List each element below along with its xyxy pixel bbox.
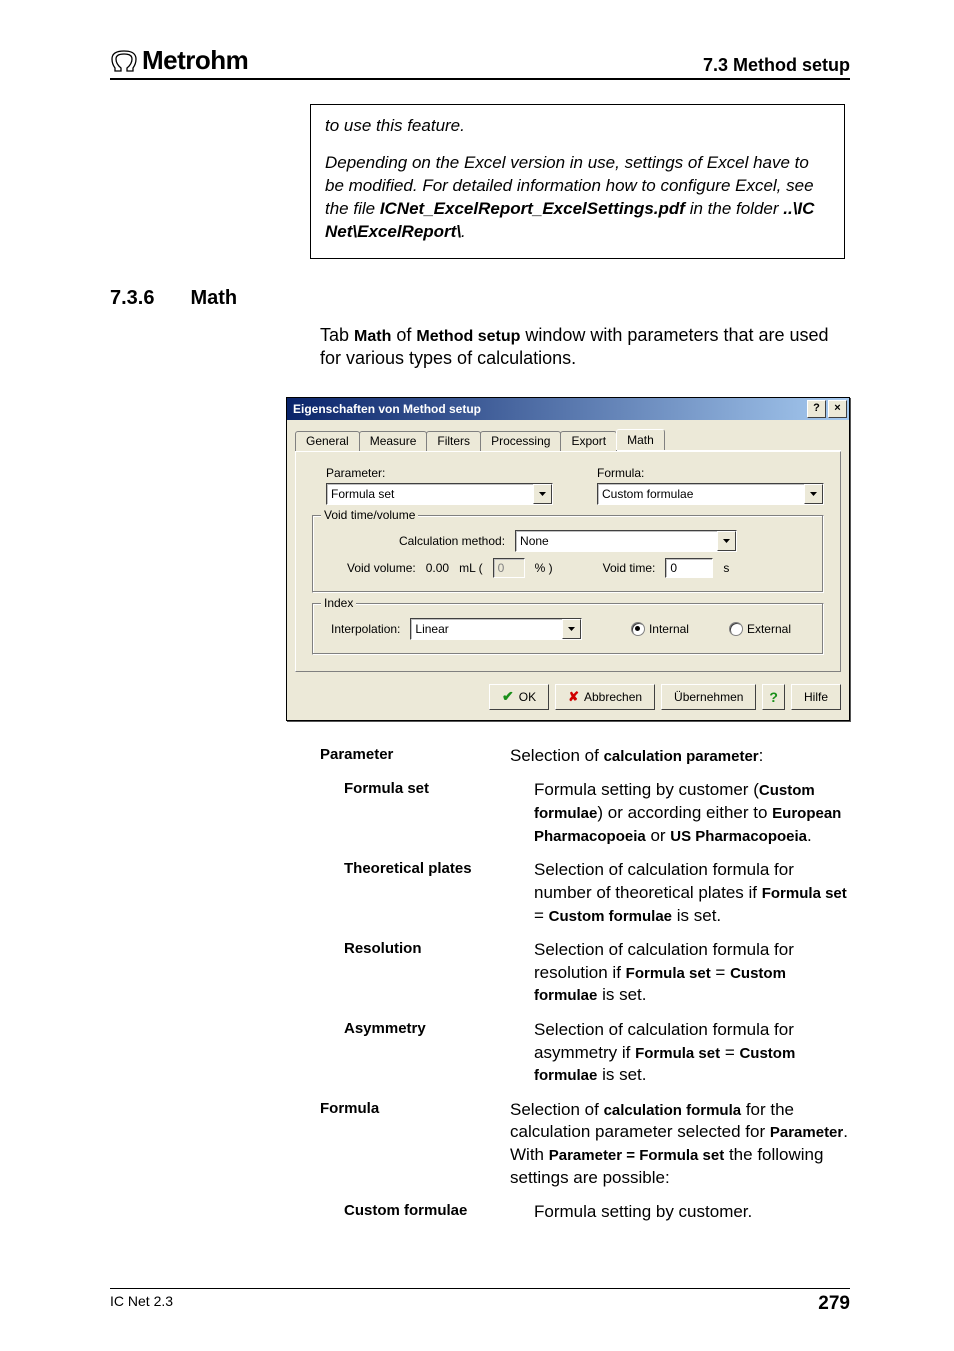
tab-processing[interactable]: Processing <box>480 431 561 451</box>
def-term-custom: Custom formulae <box>320 1201 534 1224</box>
titlebar-close-button[interactable]: × <box>828 400 847 418</box>
void-volume-label: Void volume: <box>347 561 416 575</box>
heading-title: Math <box>190 287 237 310</box>
interpolation-label: Interpolation: <box>331 622 400 636</box>
brand: Metrohm <box>110 45 248 76</box>
page-header: Metrohm 7.3 Method setup <box>110 45 850 80</box>
tab-filters[interactable]: Filters <box>426 431 481 451</box>
tab-general[interactable]: General <box>295 431 360 451</box>
chevron-down-icon <box>533 484 552 504</box>
ok-button[interactable]: ✔OK <box>489 684 549 710</box>
tab-measure[interactable]: Measure <box>359 431 428 451</box>
interpolation-combo[interactable]: Linear <box>410 618 582 640</box>
calc-method-label: Calculation method: <box>399 534 505 548</box>
question-icon: ? <box>769 689 778 705</box>
chevron-down-icon <box>804 484 823 504</box>
tab-export[interactable]: Export <box>560 431 617 451</box>
titlebar[interactable]: Eigenschaften von Method setup ? × <box>287 398 849 420</box>
note-line-1: to use this feature. <box>325 115 830 138</box>
void-time-label: Void time: <box>603 561 656 575</box>
definitions-list: Parameter Selection of calculation param… <box>320 745 850 1224</box>
apply-button[interactable]: Übernehmen <box>661 684 756 710</box>
def-desc-resolution: Selection of calculation formula for res… <box>534 939 850 1007</box>
help-button[interactable]: Hilfe <box>791 684 841 710</box>
formula-combo[interactable]: Custom formulae <box>597 483 824 505</box>
void-time-volume-group: Void time/volume Calculation method: Non… <box>312 515 824 593</box>
void-volume-percent-input[interactable]: 0 <box>493 558 525 578</box>
tabstrip: General Measure Filters Processing Expor… <box>295 428 841 451</box>
section-title: 7.3 Method setup <box>703 55 850 76</box>
dialog-title: Eigenschaften von Method setup <box>293 402 805 416</box>
def-term-theoretical: Theoretical plates <box>320 859 534 927</box>
tab-panel-math: Parameter: Formula set Formula: Custom f… <box>295 451 841 672</box>
titlebar-help-button[interactable]: ? <box>807 400 826 418</box>
internal-radio[interactable]: Internal <box>631 622 689 636</box>
brand-text: Metrohm <box>142 45 248 76</box>
omega-icon <box>110 49 138 73</box>
tab-math[interactable]: Math <box>616 429 665 450</box>
external-radio[interactable]: External <box>729 622 791 636</box>
def-desc-formula: Selection of calculation formula for the… <box>510 1099 850 1189</box>
note-line-2: Depending on the Excel version in use, s… <box>325 152 830 244</box>
def-term-resolution: Resolution <box>320 939 534 1007</box>
method-setup-dialog: Eigenschaften von Method setup ? × Gener… <box>286 397 850 721</box>
intro-paragraph: Tab Math of Method setup window with par… <box>320 324 850 371</box>
dialog-button-row: ✔OK ✘Abbrechen Übernehmen ? Hilfe <box>295 684 841 710</box>
parameter-label: Parameter: <box>326 466 553 480</box>
heading-number: 7.3.6 <box>110 287 154 310</box>
page-footer: IC Net 2.3 279 <box>110 1288 850 1315</box>
check-icon: ✔ <box>502 688 514 705</box>
x-icon: ✘ <box>568 689 579 705</box>
def-desc-formula-set: Formula setting by customer (Custom form… <box>534 779 850 847</box>
cancel-button[interactable]: ✘Abbrechen <box>555 684 655 710</box>
footer-product: IC Net 2.3 <box>110 1293 173 1309</box>
def-desc-asymmetry: Selection of calculation formula for asy… <box>534 1019 850 1087</box>
note-box: to use this feature. Depending on the Ex… <box>310 104 845 259</box>
def-desc-custom: Formula setting by customer. <box>534 1201 850 1224</box>
help-icon-button[interactable]: ? <box>762 684 785 710</box>
def-desc-parameter: Selection of calculation parameter: <box>510 745 850 768</box>
page-number: 279 <box>818 1293 850 1315</box>
def-term-formula-set: Formula set <box>320 779 534 847</box>
def-desc-theoretical: Selection of calculation formula for num… <box>534 859 850 927</box>
chevron-down-icon <box>562 619 581 639</box>
formula-label: Formula: <box>597 466 824 480</box>
parameter-combo[interactable]: Formula set <box>326 483 553 505</box>
void-time-input[interactable]: 0 <box>665 558 713 578</box>
chevron-down-icon <box>717 531 736 551</box>
def-term-formula: Formula <box>320 1099 510 1189</box>
void-volume-value: 0.00 <box>426 561 449 575</box>
def-term-asymmetry: Asymmetry <box>320 1019 534 1087</box>
calc-method-combo[interactable]: None <box>515 530 737 552</box>
def-term-parameter: Parameter <box>320 745 510 768</box>
section-heading: 7.3.6 Math <box>110 287 850 310</box>
index-group: Index Interpolation: Linear Internal Ext… <box>312 603 824 655</box>
